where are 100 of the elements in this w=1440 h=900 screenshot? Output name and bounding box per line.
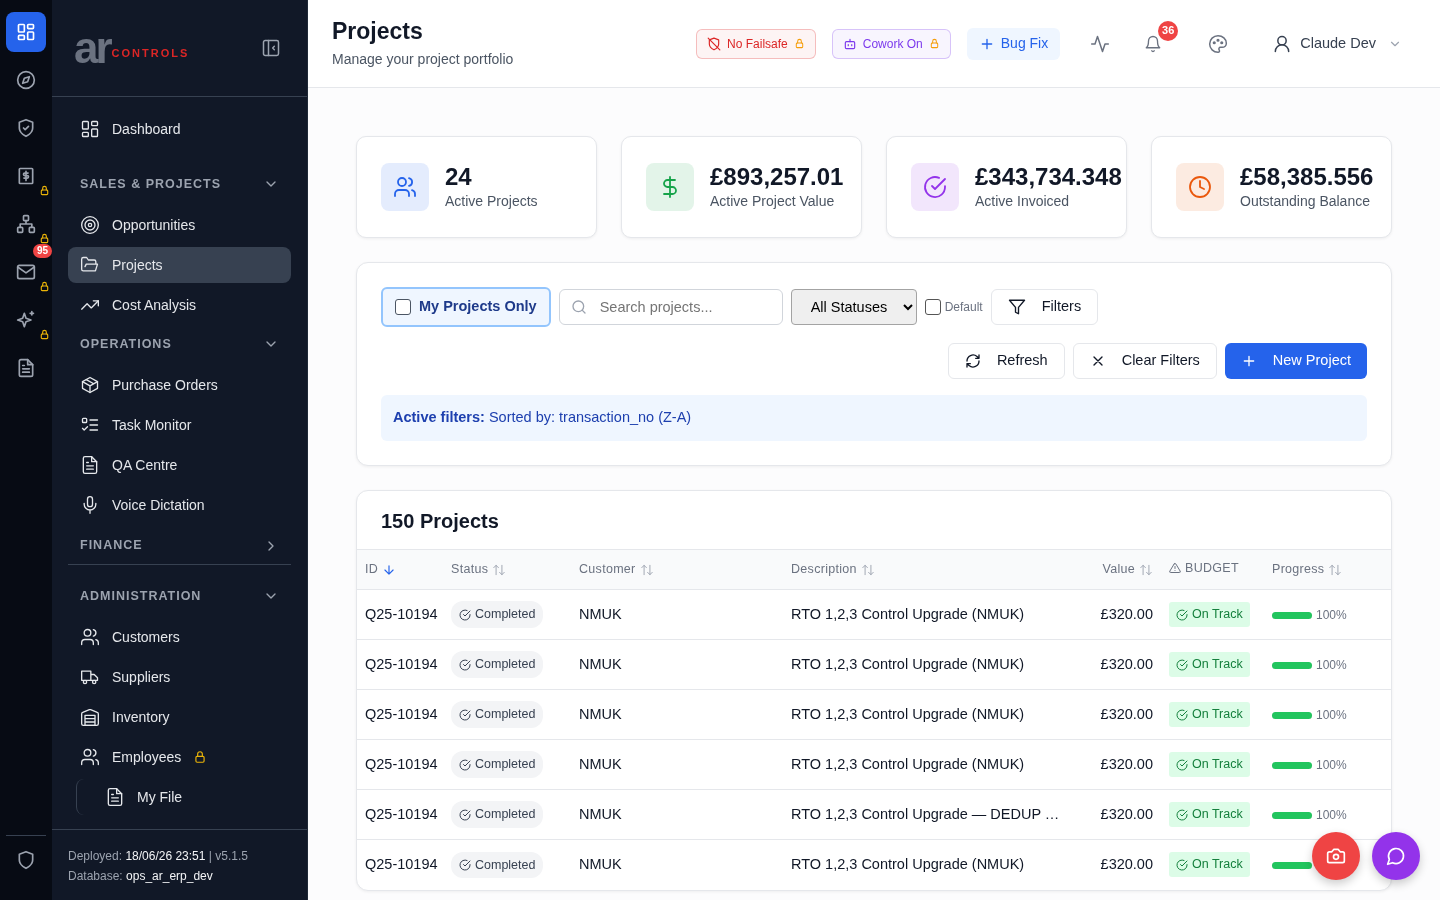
stat-label: Active Project Value <box>710 191 836 211</box>
status-badge: Completed <box>451 601 544 629</box>
receipt-icon <box>16 166 36 186</box>
table-cell: RTO 1,2,3 Control Upgrade (NMUK) <box>783 739 1079 790</box>
user-menu[interactable]: Claude Dev <box>1266 31 1408 56</box>
budget-badge: On Track <box>1169 702 1250 727</box>
logo-text: CONTROLS <box>111 45 190 61</box>
network-icon <box>16 214 36 234</box>
compass-icon <box>16 70 36 90</box>
nav-item[interactable]: My File <box>93 779 291 815</box>
check-circle-icon <box>1176 708 1188 721</box>
filters-button[interactable]: Filters <box>990 289 1099 325</box>
stat-label: Outstanding Balance <box>1240 191 1371 211</box>
table-cell: £320.00 <box>1079 689 1161 740</box>
status-badge: Completed <box>451 801 544 829</box>
nav-item[interactable]: Suppliers <box>68 659 291 695</box>
progress-reading: 100% <box>1316 757 1347 772</box>
funnel-icon <box>1007 298 1026 316</box>
section-header[interactable]: ADMINISTRATION <box>68 579 291 613</box>
activity-icon <box>1090 33 1111 54</box>
stat-label: Active Invoiced <box>975 191 1071 211</box>
search-field[interactable]: Search projects... <box>558 289 783 325</box>
table-title: 150 Projects <box>357 490 1391 550</box>
notifications-button[interactable]: 36 <box>1140 20 1179 57</box>
status-badge: Completed <box>451 651 544 679</box>
table-cell: Q25-10194 <box>357 739 443 790</box>
nav-item[interactable]: QA Centre <box>68 447 291 483</box>
nav-item[interactable]: Cost Analysis <box>68 287 291 323</box>
toggle-button[interactable]: Cowork On <box>831 28 951 59</box>
column-header[interactable]: Status <box>443 549 571 590</box>
table-cell: £320.00 <box>1079 739 1161 790</box>
new-project-button[interactable]: New Project <box>1224 343 1367 379</box>
count-badge: 95 <box>32 244 52 258</box>
section-header[interactable]: OPERATIONS <box>68 327 291 361</box>
column-header[interactable]: Value <box>1079 549 1161 590</box>
nav-item[interactable]: Inventory <box>68 699 291 735</box>
check-circle-icon <box>459 758 471 771</box>
check-circle-icon <box>459 808 471 821</box>
separator: | <box>208 849 212 863</box>
box-icon <box>80 375 100 395</box>
users-icon <box>80 627 100 647</box>
column-header[interactable]: Description <box>783 549 1079 590</box>
refresh-button[interactable]: Refresh <box>947 343 1065 379</box>
status-badge: Completed <box>451 701 544 729</box>
status-select[interactable]: All Statuses <box>790 289 917 325</box>
column-header[interactable]: Progress <box>1264 549 1391 590</box>
progress-reading: 100% <box>1316 607 1347 622</box>
my-projects-toggle[interactable]: My Projects Only <box>381 287 551 327</box>
check-circle-icon <box>459 859 471 871</box>
section-header[interactable]: FINANCE <box>68 527 291 565</box>
status-badge: Completed <box>451 851 544 879</box>
nav-item[interactable]: Purchase Orders <box>68 367 291 403</box>
logo-mark: ar <box>74 26 110 70</box>
table-cell: NMUK <box>571 589 783 640</box>
table-cell: RTO 1,2,3 Control Upgrade (NMUK) <box>783 639 1079 690</box>
nav-item[interactable]: Voice Dictation <box>68 487 291 523</box>
shield-icon <box>16 850 36 870</box>
document-icon <box>16 358 36 378</box>
document-icon <box>105 787 125 807</box>
column-header[interactable]: ID <box>357 549 443 590</box>
progress-reading: 100% <box>1316 657 1347 672</box>
dashboard-icon <box>16 22 36 42</box>
default-checkbox[interactable]: Default <box>924 298 983 316</box>
column-header[interactable]: Customer <box>571 549 783 590</box>
column-header: BUDGET <box>1161 549 1264 590</box>
check-circle-icon <box>459 608 471 621</box>
stat-value: £58,385.556 <box>1240 162 1374 191</box>
check-circle-icon <box>459 708 471 721</box>
table-cell: NMUK <box>571 689 783 740</box>
toggle-button[interactable]: No Failsafe <box>696 28 816 59</box>
table-cell: £320.00 <box>1079 639 1161 690</box>
check-circle-icon <box>1176 758 1188 771</box>
shield-check-icon <box>16 118 36 138</box>
deployed-label: Deployed: <box>68 849 123 863</box>
table-cell: RTO 1,2,3 Control Upgrade — DEDUP … <box>783 789 1079 840</box>
table-cell: Q25-10194 <box>357 789 443 840</box>
nav-item[interactable]: Opportunities <box>68 207 291 243</box>
search-icon <box>570 299 587 315</box>
nav-item[interactable]: Customers <box>68 619 291 655</box>
nav-item[interactable]: Dashboard <box>68 111 291 147</box>
deployed-value: 18/06/26 23:51 <box>125 849 206 863</box>
page-subtitle: Manage your project portfolio <box>332 50 514 69</box>
section-header[interactable]: SALES & PROJECTS <box>68 167 291 201</box>
nav-item[interactable]: Employees <box>68 739 291 775</box>
shield-off-icon <box>707 36 722 51</box>
progress-reading: 100% <box>1316 707 1347 722</box>
table-cell: £320.00 <box>1079 789 1161 840</box>
rail-button[interactable] <box>6 12 46 52</box>
nav-item[interactable]: Task Monitor <box>68 407 291 443</box>
target-icon <box>80 215 100 235</box>
document-icon <box>80 455 100 475</box>
check-circle-icon <box>1176 658 1188 671</box>
users-icon <box>80 747 100 767</box>
bug-fix-button[interactable]: Bug Fix <box>966 27 1061 60</box>
budget-badge: On Track <box>1169 602 1250 627</box>
clear-filters-button[interactable]: Clear Filters <box>1072 343 1217 379</box>
check-circle-icon <box>1176 808 1188 821</box>
panel-icon <box>261 38 281 58</box>
nav-item[interactable]: Projects <box>68 247 291 283</box>
budget-badge: On Track <box>1169 802 1250 827</box>
